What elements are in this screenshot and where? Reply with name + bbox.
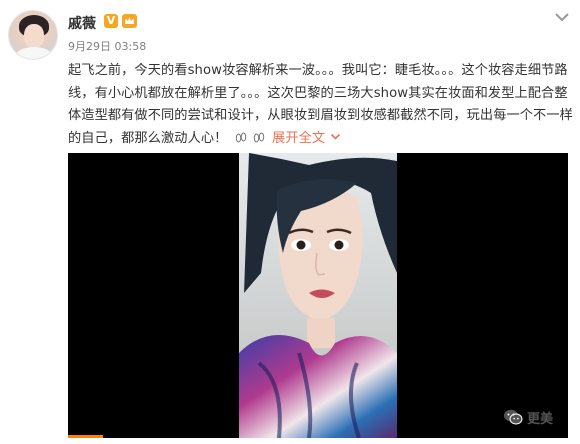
expand-full-text-link[interactable]: 展开全文 <box>272 131 340 146</box>
feet-emoji-icon <box>253 132 264 142</box>
chevron-down-icon[interactable] <box>553 11 571 23</box>
video-thumbnail-image <box>239 153 397 438</box>
feet-emoji-icon <box>235 132 246 142</box>
wechat-icon <box>504 409 523 425</box>
author-avatar[interactable] <box>8 10 58 60</box>
verified-badge-icon[interactable]: V <box>104 14 118 28</box>
video-frame[interactable] <box>239 153 397 438</box>
avatar-body <box>15 47 53 59</box>
post-body: 起飞之前，今天的看show妆容解析来一波。。。我叫它：睫毛妆。。。这个妆容走细节… <box>68 60 574 150</box>
avatar-face <box>24 24 44 48</box>
video-progress-bar[interactable] <box>68 435 103 438</box>
video-player[interactable] <box>68 153 568 438</box>
watermark: 更美 <box>503 406 553 428</box>
chevron-down-icon[interactable] <box>330 133 341 141</box>
expand-full-text-label[interactable]: 展开全文 <box>272 131 325 146</box>
post-timestamp[interactable]: 9月29日 03:58 <box>68 38 146 54</box>
member-crown-icon[interactable] <box>121 13 138 29</box>
author-name[interactable]: 戚薇 <box>68 13 96 33</box>
watermark-label: 更美 <box>527 411 554 427</box>
